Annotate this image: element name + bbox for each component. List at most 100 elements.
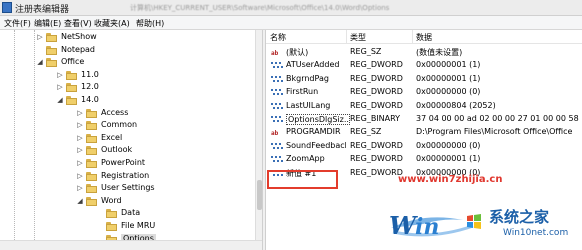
tree-node-label[interactable]: Data — [121, 208, 140, 217]
tree-node-data[interactable]: Data — [0, 208, 255, 220]
new-value-highlight-box — [267, 170, 338, 189]
value-row[interactable]: SoundFeedback REG_DWORD 0x00000000 (0) — [266, 140, 582, 153]
expand-arrow-icon[interactable]: ▷ — [76, 146, 84, 154]
menu-favorites[interactable]: 收藏夹(A) — [94, 18, 130, 29]
expand-arrow-icon[interactable]: ▷ — [76, 159, 84, 167]
binary-value-icon — [271, 142, 283, 151]
tree-guide-line — [34, 30, 36, 250]
expand-arrow-icon[interactable]: ▷ — [56, 71, 64, 79]
expand-arrow-icon[interactable]: ▷ — [56, 83, 64, 91]
column-header-name[interactable]: 名称 — [266, 30, 346, 44]
value-data: (数值未设置) — [416, 48, 463, 57]
folder-icon — [86, 133, 97, 143]
value-name[interactable]: ATUserAdded — [286, 60, 346, 69]
value-data: 0x00000000 (0) — [416, 140, 481, 150]
expand-arrow-icon[interactable]: ▷ — [76, 121, 84, 129]
tree-node-label[interactable]: PowerPoint — [101, 158, 145, 167]
string-value-icon: ab — [271, 130, 279, 138]
win-logo-graphic: W in — [389, 211, 481, 240]
tree-node-label[interactable]: 12.0 — [81, 82, 99, 91]
tree-vertical-scrollbar[interactable] — [255, 30, 262, 240]
expand-arrow-icon[interactable]: ▷ — [76, 134, 84, 142]
tree-node-notepad[interactable]: Notepad — [0, 45, 255, 57]
address-path: 计算机\HKEY_CURRENT_USER\Software\Microsoft… — [130, 4, 390, 12]
value-data: 0x00000804 (2052) — [416, 100, 496, 110]
menu-file[interactable]: 文件(F) — [4, 18, 31, 29]
collapse-arrow-icon[interactable]: ◢ — [36, 58, 44, 66]
collapse-arrow-icon[interactable]: ◢ — [56, 96, 64, 104]
value-name[interactable]: FirstRun — [286, 87, 346, 96]
tree-node-label[interactable]: 14.0 — [81, 95, 99, 104]
tree-node-11-0[interactable]: ▷ 11.0 — [0, 70, 255, 82]
tree-node-14-0[interactable]: ◢ 14.0 — [0, 95, 255, 107]
tree-horizontal-scrollbar[interactable] — [0, 240, 262, 250]
tree-node-label[interactable]: Office — [61, 57, 84, 66]
folder-icon — [106, 209, 117, 219]
column-header-type[interactable]: 类型 — [346, 30, 412, 44]
tree-node-registration[interactable]: ▷ Registration — [0, 171, 255, 183]
tree-node-label[interactable]: Notepad — [61, 45, 95, 54]
tree-node-common[interactable]: ▷ Common — [0, 120, 255, 132]
tree-node-outlook[interactable]: ▷ Outlook — [0, 145, 255, 157]
tree-node-label[interactable]: Access — [101, 108, 128, 117]
expand-arrow-icon[interactable]: ▷ — [76, 109, 84, 117]
key-tree-pane[interactable]: ▷ NetShow Notepad ◢ Office ▷ 11.0 ▷ 12.0 ◢ 14.0 ▷ Ac… — [0, 30, 262, 250]
tree-node-file-mru[interactable]: File MRU — [0, 221, 255, 233]
tree-node-excel[interactable]: ▷ Excel — [0, 133, 255, 145]
collapse-arrow-icon[interactable]: ◢ — [76, 197, 84, 205]
value-type: REG_DWORD — [350, 100, 403, 110]
value-name[interactable]: LastUILang — [286, 101, 346, 110]
folder-icon — [86, 146, 97, 156]
tree-node-label[interactable]: Excel — [101, 133, 122, 142]
value-row[interactable]: LastUILang REG_DWORD 0x00000804 (2052) — [266, 100, 582, 113]
value-data: 0x00000001 (1) — [416, 60, 481, 70]
watermark-brand: 系统之家 — [489, 208, 550, 226]
binary-value-icon — [271, 155, 283, 164]
menu-edit[interactable]: 编辑(E) — [34, 18, 61, 29]
expand-arrow-icon[interactable]: ▷ — [76, 172, 84, 180]
expand-arrow-icon[interactable]: ▷ — [76, 184, 84, 192]
svg-text:in: in — [415, 214, 439, 240]
value-row[interactable]: BkgrndPag REG_DWORD 0x00000001 (1) — [266, 73, 582, 86]
value-name[interactable]: (默认) — [286, 47, 346, 58]
value-name[interactable]: BkgrndPag — [286, 74, 346, 83]
binary-value-icon — [271, 115, 283, 124]
value-type: REG_SZ — [350, 47, 382, 56]
tree-node-label[interactable]: User Settings — [101, 183, 155, 192]
value-name[interactable]: OptionsDlgSiz... — [286, 114, 350, 125]
value-row[interactable]: ab (默认) REG_SZ (数值未设置) — [266, 46, 582, 59]
expand-arrow-icon[interactable]: ▷ — [36, 33, 44, 41]
folder-icon — [86, 121, 97, 131]
value-type: REG_DWORD — [350, 154, 403, 164]
tree-node-label[interactable]: File MRU — [121, 221, 155, 230]
value-name[interactable]: PROGRAMDIR — [286, 127, 346, 136]
value-name[interactable]: SoundFeedback — [286, 141, 346, 150]
value-row[interactable]: ab PROGRAMDIR REG_SZ D:\Program Files\Micro… — [266, 126, 582, 139]
tree-node-access[interactable]: ▷ Access — [0, 108, 255, 120]
tree-node-label[interactable]: Outlook — [101, 145, 132, 154]
regedit-icon — [2, 2, 12, 13]
tree-node-label[interactable]: Word — [101, 196, 122, 205]
tree-node-user-settings[interactable]: ▷ User Settings — [0, 183, 255, 195]
menu-help[interactable]: 帮助(H) — [136, 18, 164, 29]
tree-node-label[interactable]: 11.0 — [81, 70, 99, 79]
tree-node-netshow[interactable]: ▷ NetShow — [0, 32, 255, 44]
value-row[interactable]: ZoomApp REG_DWORD 0x00000001 (1) — [266, 153, 582, 166]
folder-icon — [66, 70, 77, 80]
tree-node-label[interactable]: Registration — [101, 171, 149, 180]
watermark-logo: W in 系统之家 Win10net.com — [383, 190, 582, 250]
tree-node-word[interactable]: ◢ Word — [0, 196, 255, 208]
tree-node-powerpoint[interactable]: ▷ PowerPoint — [0, 158, 255, 170]
tree-node-label[interactable]: NetShow — [61, 32, 97, 41]
value-row[interactable]: FirstRun REG_DWORD 0x00000000 (0) — [266, 86, 582, 99]
menu-view[interactable]: 查看(V) — [64, 18, 92, 29]
column-header-data[interactable]: 数据 — [412, 30, 582, 44]
value-name[interactable]: ZoomApp — [286, 154, 346, 163]
value-row[interactable]: OptionsDlgSiz... REG_BINARY 37 04 00 00 ad… — [266, 113, 582, 126]
tree-node-label[interactable]: Common — [101, 120, 137, 129]
folder-icon — [66, 96, 77, 105]
title-bar: 注册表编辑器 计算机\HKEY_CURRENT_USER\Software\Mi… — [0, 0, 582, 16]
tree-node-12-0[interactable]: ▷ 12.0 — [0, 82, 255, 94]
tree-node-office[interactable]: ◢ Office — [0, 57, 255, 69]
value-row[interactable]: ATUserAdded REG_DWORD 0x00000001 (1) — [266, 59, 582, 72]
